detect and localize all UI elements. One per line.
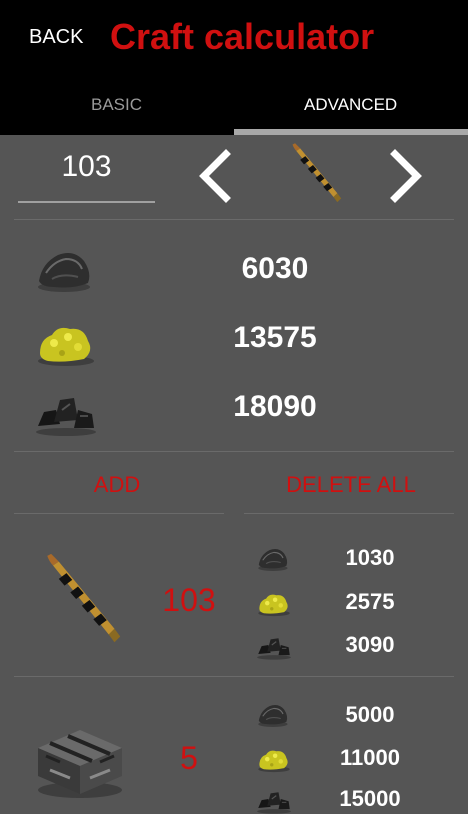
quantity-input-underline (18, 201, 155, 203)
item-stone-value: 1030 (345, 545, 395, 570)
rifle-bullet-icon (47, 553, 121, 643)
coal-icon (35, 397, 97, 436)
sulfur-icon (258, 750, 290, 773)
total-sulfur-value: 13575 (233, 321, 317, 354)
add-button[interactable]: ADD (0, 472, 234, 498)
app-header: BACK Craft calculator BASIC ADVANCED (0, 0, 468, 135)
total-coal-value: 18090 (233, 390, 317, 423)
item-coal-value: 15000 (339, 786, 401, 811)
coal-icon (256, 637, 292, 660)
item-quantity: 103 (162, 582, 216, 618)
divider (244, 513, 454, 514)
item-sulfur-value: 11000 (340, 745, 400, 770)
previous-item-chevron-left-icon[interactable] (196, 148, 236, 204)
coal-icon (256, 791, 292, 814)
sulfur-icon (258, 594, 290, 617)
page-title: Craft calculator (110, 16, 375, 57)
back-button[interactable]: BACK (29, 26, 83, 49)
item-coal-value: 3090 (345, 632, 395, 657)
next-item-chevron-right-icon[interactable] (385, 148, 425, 204)
divider (14, 451, 454, 452)
tab-advanced[interactable]: ADVANCED (304, 95, 397, 115)
total-stone-value: 6030 (241, 252, 309, 285)
quantity-input[interactable]: 103 (18, 150, 155, 184)
sulfur-icon (38, 327, 94, 366)
item-stone-value: 5000 (345, 702, 395, 727)
item-sulfur-value: 2575 (345, 589, 395, 614)
stone-icon (37, 252, 91, 293)
divider (14, 219, 454, 220)
item-quantity: 5 (180, 740, 198, 776)
explosive-crate-icon (36, 728, 124, 800)
rifle-bullet-icon[interactable] (281, 141, 345, 207)
tab-indicator (234, 129, 468, 135)
stone-icon (257, 548, 289, 572)
divider (14, 676, 454, 677)
delete-all-button[interactable]: DELETE ALL (234, 472, 468, 498)
divider (14, 513, 224, 514)
stone-icon (257, 704, 289, 728)
tab-basic[interactable]: BASIC (91, 95, 142, 115)
